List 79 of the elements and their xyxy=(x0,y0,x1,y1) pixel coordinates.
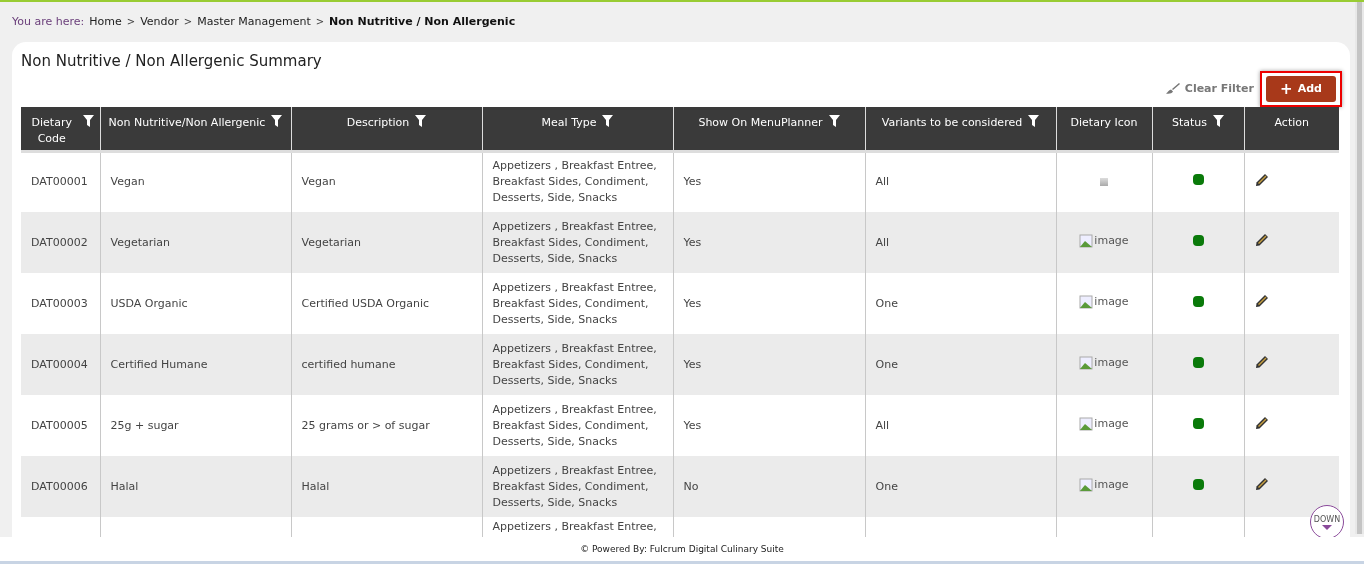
column-header: Status xyxy=(1171,115,1208,131)
filter-icon[interactable] xyxy=(1213,115,1225,127)
table-cell: Appetizers , Breakfast Entree, Breakfast Sides, Condiment, Desserts, Side, Snacks xyxy=(482,212,673,273)
table-cell: 25 grams or > of sugar xyxy=(291,395,482,456)
table-cell: All xyxy=(865,151,1056,212)
table-cell: Vegetarian xyxy=(100,212,291,273)
table-cell: 25g + sugar xyxy=(100,395,291,456)
column-header: Dietary Code xyxy=(30,115,73,147)
table-cell: One xyxy=(865,456,1056,517)
broken-image: image xyxy=(1079,232,1129,249)
table-cell: DAT00005 xyxy=(21,395,100,456)
table-cell: Certified Humane xyxy=(100,334,291,395)
broken-image: image xyxy=(1079,354,1129,371)
filter-icon[interactable] xyxy=(415,115,427,127)
table-cell: certified humane xyxy=(291,334,482,395)
column-header: Non Nutritive/Non Allergenic xyxy=(108,115,266,131)
breadcrumb-label: You are here: xyxy=(12,14,85,28)
table-cell: Appetizers , Breakfast Entree, Breakfast Sides, Condiment, Desserts, Side, Snacks xyxy=(482,273,673,334)
filter-icon[interactable] xyxy=(602,115,614,127)
breadcrumb-current: Non Nutritive / Non Allergenic xyxy=(329,14,516,28)
table-cell: All xyxy=(865,212,1056,273)
broken-image: image xyxy=(1079,293,1129,310)
table-cell: Yes xyxy=(673,212,865,273)
column-header: Action xyxy=(1274,115,1309,131)
image-thumbnail xyxy=(1100,178,1108,187)
pencil-icon[interactable] xyxy=(1254,294,1269,308)
broken-image: image xyxy=(1079,476,1129,493)
table-cell: Appetizers , Breakfast Entree, Breakfast Sides, Condiment, Desserts, Side, Snacks xyxy=(482,151,673,212)
table-cell: Appetizers , Breakfast Entree, Breakfast Sides, Condiment, Desserts, Side, Snacks xyxy=(482,334,673,395)
breadcrumb-link[interactable]: Home xyxy=(89,14,122,28)
filter-icon[interactable] xyxy=(828,115,840,127)
table-cell: Appetizers , Breakfast Entree, Breakfast Sides, Condiment, Desserts, Side, Snacks xyxy=(482,395,673,456)
pencil-icon[interactable] xyxy=(1254,416,1269,430)
pencil-icon[interactable] xyxy=(1254,233,1269,247)
brush-icon xyxy=(1165,83,1180,95)
footer-text: © Powered By: Fulcrum Digital Culinary Suite xyxy=(580,544,784,554)
column-header: Variants to be considered xyxy=(881,115,1023,131)
table-cell: Yes xyxy=(673,334,865,395)
column-header: Description xyxy=(346,115,410,131)
table-cell: Yes xyxy=(673,395,865,456)
table-cell: No xyxy=(673,456,865,517)
table-cell: DAT00003 xyxy=(21,273,100,334)
table-cell: All xyxy=(865,395,1056,456)
table-cell: DAT00001 xyxy=(21,151,100,212)
add-button[interactable]: + Add xyxy=(1266,76,1336,102)
scrollbar[interactable] xyxy=(1355,2,1364,534)
table-cell: USDA Organic xyxy=(100,273,291,334)
table-cell: Vegan xyxy=(291,151,482,212)
table-cell: Halal xyxy=(291,456,482,517)
filter-icon[interactable] xyxy=(82,115,94,127)
breadcrumb-separator: > xyxy=(315,15,325,27)
pencil-icon[interactable] xyxy=(1254,355,1269,369)
table-cell: One xyxy=(865,334,1056,395)
table-cell: DAT00006 xyxy=(21,456,100,517)
pencil-icon[interactable] xyxy=(1254,172,1269,187)
table-cell: Yes xyxy=(673,151,865,212)
table-cell: Yes xyxy=(673,273,865,334)
table-cell: Halal xyxy=(100,456,291,517)
table-cell: DAT00002 xyxy=(21,212,100,273)
table-cell: Vegan xyxy=(100,151,291,212)
page-title: Non Nutritive / Non Allergenic Summary xyxy=(21,52,323,71)
table-cell: Certified USDA Organic xyxy=(291,273,482,334)
breadcrumb-link[interactable]: Master Management xyxy=(197,14,311,28)
breadcrumb-link[interactable]: Vendor xyxy=(140,14,179,28)
breadcrumb-separator: > xyxy=(183,15,193,27)
filter-icon[interactable] xyxy=(1028,115,1040,127)
table-cell: DAT00004 xyxy=(21,334,100,395)
pencil-icon[interactable] xyxy=(1254,477,1269,491)
column-header: Meal Type xyxy=(541,115,597,131)
column-header: Show On MenuPlanner xyxy=(698,115,823,131)
table-cell: One xyxy=(865,273,1056,334)
table-cell: Vegetarian xyxy=(291,212,482,273)
broken-image: image xyxy=(1079,415,1129,432)
breadcrumb-separator: > xyxy=(126,15,136,27)
filter-icon[interactable] xyxy=(271,115,283,127)
table-cell: Appetizers , Breakfast Entree, Breakfast Sides, Condiment, Desserts, Side, Snacks xyxy=(482,456,673,517)
column-header: Dietary Icon xyxy=(1070,115,1138,131)
clear-filter-button[interactable]: Clear Filter xyxy=(1165,82,1254,96)
table-cell: Appetizers , Breakfast Entree, xyxy=(482,517,673,537)
